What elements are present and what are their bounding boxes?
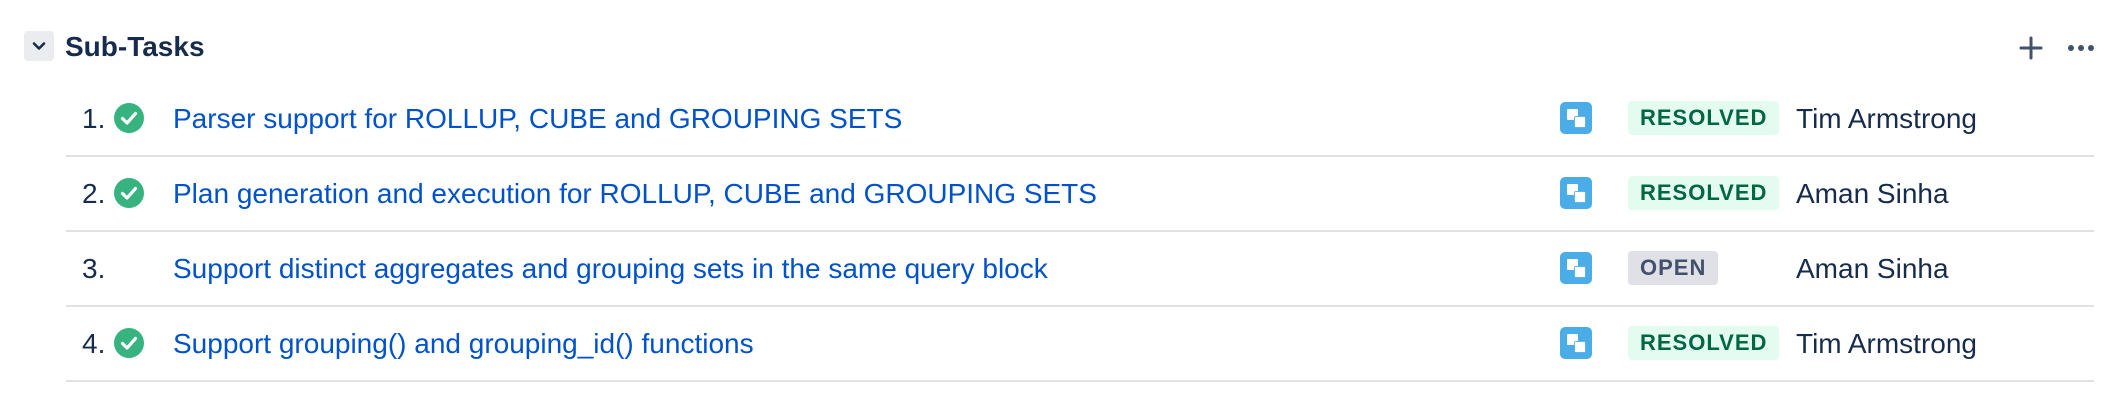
subtask-icon[interactable]: [1560, 102, 1592, 134]
section-title: Sub-Tasks: [65, 31, 205, 62]
assignee-name: Tim Armstrong: [1796, 103, 1977, 134]
subtask-list: 1. Parser support for ROLLUP, CUBE and GR…: [66, 82, 2094, 382]
check-circle-icon: [114, 328, 144, 358]
subtasks-header: Sub-Tasks: [24, 26, 2102, 68]
chevron-down-icon: [32, 42, 46, 50]
status-lozenge[interactable]: RESOLVED: [1628, 101, 1780, 135]
section-actions: [2002, 30, 2102, 66]
check-circle-icon: [114, 103, 144, 133]
status-lozenge[interactable]: OPEN: [1628, 251, 1719, 285]
subtask-row: 4. Support grouping() and grouping_id() f…: [66, 307, 2094, 382]
subtask-row: 2. Plan generation and execution for ROLL…: [66, 157, 2094, 232]
assignee-name: Aman Sinha: [1796, 178, 1949, 209]
plus-icon: [2019, 36, 2043, 60]
assignee-name: Tim Armstrong: [1796, 328, 1977, 359]
subtask-icon[interactable]: [1560, 252, 1592, 284]
subtask-number: 2.: [82, 178, 106, 209]
subtask-number: 4.: [82, 328, 106, 359]
more-actions-button[interactable]: [2060, 30, 2102, 66]
subtask-number: 3.: [82, 253, 106, 284]
status-lozenge[interactable]: RESOLVED: [1628, 326, 1780, 360]
status-lozenge[interactable]: RESOLVED: [1628, 176, 1780, 210]
subtask-summary-link[interactable]: Parser support for ROLLUP, CUBE and GROU…: [173, 82, 902, 155]
subtask-icon[interactable]: [1560, 177, 1592, 209]
subtask-row: 1. Parser support for ROLLUP, CUBE and GR…: [66, 82, 2094, 157]
subtask-icon[interactable]: [1560, 327, 1592, 359]
subtask-summary-link[interactable]: Plan generation and execution for ROLLUP…: [173, 157, 1097, 230]
more-horizontal-icon: [2068, 45, 2094, 51]
subtask-number: 1.: [82, 103, 106, 134]
check-circle-icon: [114, 178, 144, 208]
add-subtask-button[interactable]: [2010, 30, 2052, 66]
assignee-name: Aman Sinha: [1796, 253, 1949, 284]
subtask-row: 3. Support distinct aggregates and groupi…: [66, 232, 2094, 307]
subtask-summary-link[interactable]: Support grouping() and grouping_id() fun…: [173, 307, 754, 380]
subtask-summary-link[interactable]: Support distinct aggregates and grouping…: [173, 232, 1048, 305]
collapse-toggle-button[interactable]: [24, 31, 54, 61]
